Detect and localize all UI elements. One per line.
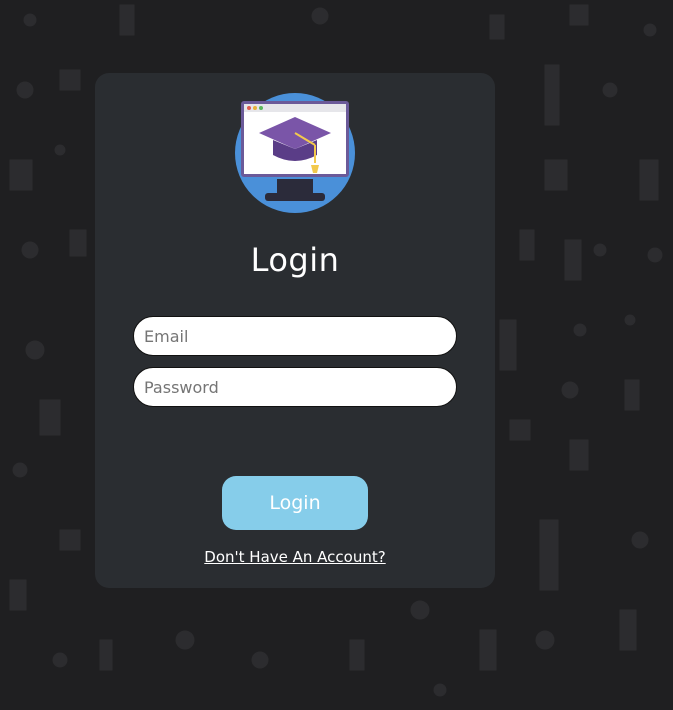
password-input[interactable] — [133, 367, 457, 407]
email-input[interactable] — [133, 316, 457, 356]
login-title: Login — [250, 241, 340, 279]
login-button[interactable]: Login — [222, 476, 368, 530]
signup-link[interactable]: Don't Have An Account? — [95, 548, 495, 566]
graduation-cap-monitor-icon — [235, 93, 355, 213]
login-card: Login Login Don't Have An Account? — [95, 73, 495, 588]
